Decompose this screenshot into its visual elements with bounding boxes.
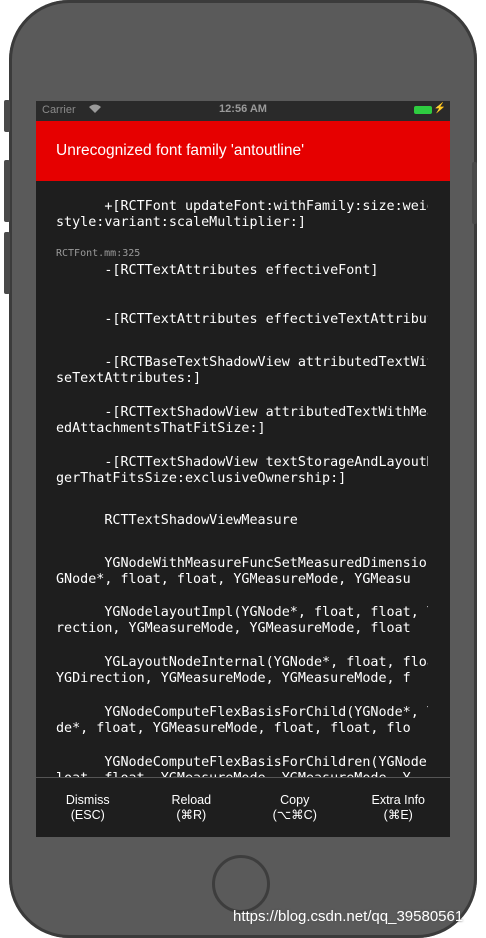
home-button[interactable] (212, 855, 270, 913)
volume-down-button (4, 232, 10, 294)
stack-frame[interactable]: YGNodeComputeFlexBasisForChildren(YGNode… (56, 739, 428, 777)
extra-info-button[interactable]: Extra Info (⌘E) (347, 778, 451, 837)
extra-info-label: Extra Info (371, 793, 426, 807)
copy-label: Copy (280, 793, 310, 807)
error-header: Unrecognized font family 'antoutline' (36, 121, 450, 181)
stack-frame-text: -[RCTTextAttributes effectiveFont] (104, 263, 379, 278)
dismiss-button[interactable]: Dismiss (ESC) (36, 778, 140, 837)
reload-shortcut: (⌘R) (176, 808, 207, 822)
redbox-button-bar: Dismiss (ESC) Reload (⌘R) Copy (⌥⌘C) Ext… (36, 778, 450, 837)
dismiss-shortcut: (ESC) (70, 808, 105, 822)
dismiss-label: Dismiss (65, 793, 110, 807)
stack-frame-text: -[RCTTextShadowView attributedTextWithMe… (56, 405, 428, 436)
screen: Carrier 12:56 AM ⚡ Unrecognized font fam… (36, 101, 450, 837)
status-bar: Carrier 12:56 AM ⚡ (36, 101, 450, 121)
reload-button[interactable]: Reload (⌘R) (140, 778, 244, 837)
stack-frame-text: -[RCTTextAttributes effectiveTextAttribu… (104, 312, 428, 327)
stack-frame[interactable]: -[RCTTextShadowView textStorageAndLayout… (56, 439, 428, 503)
stack-frame-text: YGNodeComputeFlexBasisForChild(YGNode*, … (56, 705, 428, 736)
copy-shortcut: (⌥⌘C) (272, 808, 317, 822)
error-title: Unrecognized font family 'antoutline' (56, 142, 305, 159)
stack-trace[interactable]: +[RCTFont updateFont:withFamily:size:wei… (56, 181, 428, 777)
stack-frame-text: YGNodeWithMeasureFuncSetMeasuredDimensio… (56, 556, 428, 587)
watermark: https://blog.csdn.net/qq_39580561 (233, 908, 464, 925)
stack-frame-text: YGLayoutNodeInternal(YGNode*, float, flo… (56, 655, 428, 686)
reload-label: Reload (171, 793, 212, 807)
stack-frame-text: +[RCTFont updateFont:withFamily:size:wei… (56, 199, 428, 230)
charging-icon: ⚡ (433, 103, 446, 114)
stack-frame[interactable]: RCTTextShadowViewMeasure (56, 497, 428, 545)
stack-frame-text: YGNodeComputeFlexBasisForChildren(YGNode… (56, 755, 428, 777)
extra-info-shortcut: (⌘E) (383, 808, 413, 822)
mute-switch (4, 100, 10, 132)
stack-frame-text: -[RCTTextShadowView textStorageAndLayout… (56, 455, 428, 486)
stack-frame[interactable]: -[RCTTextAttributes effectiveTextAttribu… (56, 296, 428, 344)
volume-up-button (4, 160, 10, 222)
stack-frame[interactable]: -[RCTTextAttributes effectiveFont] (56, 247, 428, 295)
battery-icon (414, 106, 432, 114)
power-button (472, 162, 477, 224)
copy-button[interactable]: Copy (⌥⌘C) (243, 778, 347, 837)
status-time: 12:56 AM (219, 103, 267, 115)
stack-frame-text: RCTTextShadowViewMeasure (104, 513, 298, 528)
stack-frame-text: -[RCTBaseTextShadowView attributedTextWi… (56, 355, 428, 386)
stack-frame-text: YGNodelayoutImpl(YGNode*, float, float, … (56, 605, 428, 636)
